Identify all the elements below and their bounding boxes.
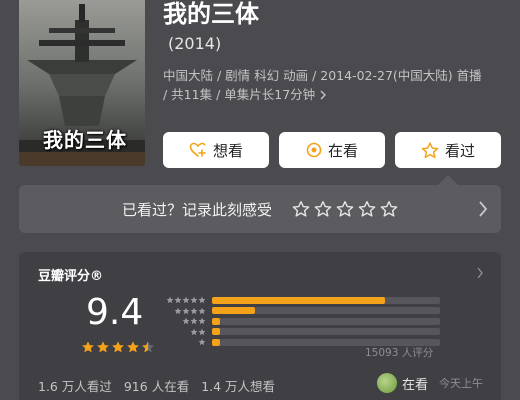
rating-dist-fill xyxy=(212,307,256,315)
want-to-watch-label: 想看 xyxy=(212,141,243,160)
meta-line-2-text: / 共11集 / 单集片长17分钟 xyxy=(163,87,316,102)
star-small-icon xyxy=(182,318,190,325)
rating-dist-track xyxy=(212,307,440,315)
rate-prompt-bar[interactable]: 已看过？记录此刻感受 xyxy=(19,185,501,233)
star-outline-icon xyxy=(314,201,332,217)
meta-line-2: / 共11集 / 单集片长17分钟 xyxy=(163,85,503,104)
chevron-right-icon xyxy=(320,90,327,99)
rating-dist-track xyxy=(212,317,440,325)
rating-stars xyxy=(81,340,155,354)
meta-info[interactable]: 中国大陆 / 剧情 科幻 动画 / 2014-02-27(中国大陆) 首播 / … xyxy=(163,66,503,104)
rating-dist-row xyxy=(161,306,440,317)
watched-count[interactable]: 1.6 万人看过 xyxy=(38,376,112,395)
star-half-icon xyxy=(142,341,154,353)
rating-score: 9.4 xyxy=(86,292,144,333)
star-small-icon xyxy=(198,339,206,346)
rating-card[interactable]: 豆瓣评分® 9.4 15093 人评分 1.6 万人看过 916 人在看 1.4… xyxy=(19,252,501,400)
avatar xyxy=(377,373,397,393)
rating-dist-row xyxy=(161,316,440,327)
star-filled-icon xyxy=(112,341,124,353)
meta-line-1: 中国大陆 / 剧情 科幻 动画 / 2014-02-27(中国大陆) 首播 xyxy=(163,68,482,83)
tooltip-arrow xyxy=(438,175,458,185)
rating-distribution xyxy=(161,295,440,348)
heart-plus-icon xyxy=(189,142,206,157)
watched-button[interactable]: 看过 xyxy=(395,132,501,168)
watch-stats: 1.6 万人看过 916 人在看 1.4 万人想看 xyxy=(38,376,275,395)
star-filled-icon xyxy=(82,341,94,353)
rating-count: 15093 人评分 xyxy=(365,347,434,359)
rating-dist-fill xyxy=(212,328,220,336)
rate-prompt-text: 已看过？记录此刻感受 xyxy=(121,200,272,219)
want-to-watch-button[interactable]: 想看 xyxy=(163,132,269,168)
star-small-icon xyxy=(166,297,174,304)
rating-dist-row xyxy=(161,327,440,338)
rating-dist-stars xyxy=(161,317,206,325)
watching-label: 在看 xyxy=(327,141,358,160)
rating-dist-fill xyxy=(212,296,386,304)
star-small-icon xyxy=(190,318,198,325)
star-outline-icon xyxy=(358,201,376,217)
star-small-icon xyxy=(182,307,190,314)
star-filled-icon xyxy=(127,341,139,353)
star-small-icon xyxy=(198,297,206,304)
rating-dist-fill xyxy=(212,338,220,346)
star-outline-icon xyxy=(380,201,398,217)
star-small-icon xyxy=(198,307,206,314)
star-outline-icon xyxy=(421,141,439,158)
chevron-right-icon xyxy=(477,267,483,279)
chevron-right-icon xyxy=(479,201,488,217)
star-small-icon xyxy=(190,307,198,314)
star-outline-icon xyxy=(336,201,354,217)
rating-dist-track xyxy=(212,328,440,336)
poster-overlay-title: 我的三体 xyxy=(43,128,127,152)
watching-count[interactable]: 916 人在看 xyxy=(124,376,189,395)
poster-image[interactable]: 我的三体 xyxy=(19,0,145,166)
watching-button[interactable]: 在看 xyxy=(279,132,385,168)
rate-stars[interactable] xyxy=(292,200,398,218)
rating-dist-stars xyxy=(161,328,206,336)
rating-dist-stars xyxy=(161,307,206,315)
star-small-icon xyxy=(190,328,198,335)
friend-activity[interactable]: 在看 今天上午 xyxy=(377,373,483,393)
friend-time: 今天上午 xyxy=(439,377,484,390)
star-small-icon xyxy=(198,328,206,335)
star-small-icon xyxy=(182,297,190,304)
rating-dist-fill xyxy=(212,317,220,325)
star-outline-icon xyxy=(292,201,310,217)
star-small-icon xyxy=(174,297,182,304)
star-small-icon xyxy=(174,307,182,314)
wanting-count[interactable]: 1.4 万人想看 xyxy=(201,376,275,395)
target-icon xyxy=(306,142,322,158)
star-small-icon xyxy=(190,297,198,304)
star-small-icon xyxy=(198,318,206,325)
friend-status: 在看 xyxy=(402,377,429,393)
rating-dist-track xyxy=(212,296,440,304)
rating-dist-row xyxy=(161,295,440,306)
release-year: (2014) xyxy=(168,34,222,53)
rating-dist-stars xyxy=(161,296,206,304)
page-title: 我的三体 xyxy=(163,0,259,28)
watched-label: 看过 xyxy=(444,141,475,160)
rating-dist-stars xyxy=(161,338,206,346)
star-filled-icon xyxy=(97,341,109,353)
rating-heading: 豆瓣评分® xyxy=(38,269,104,284)
